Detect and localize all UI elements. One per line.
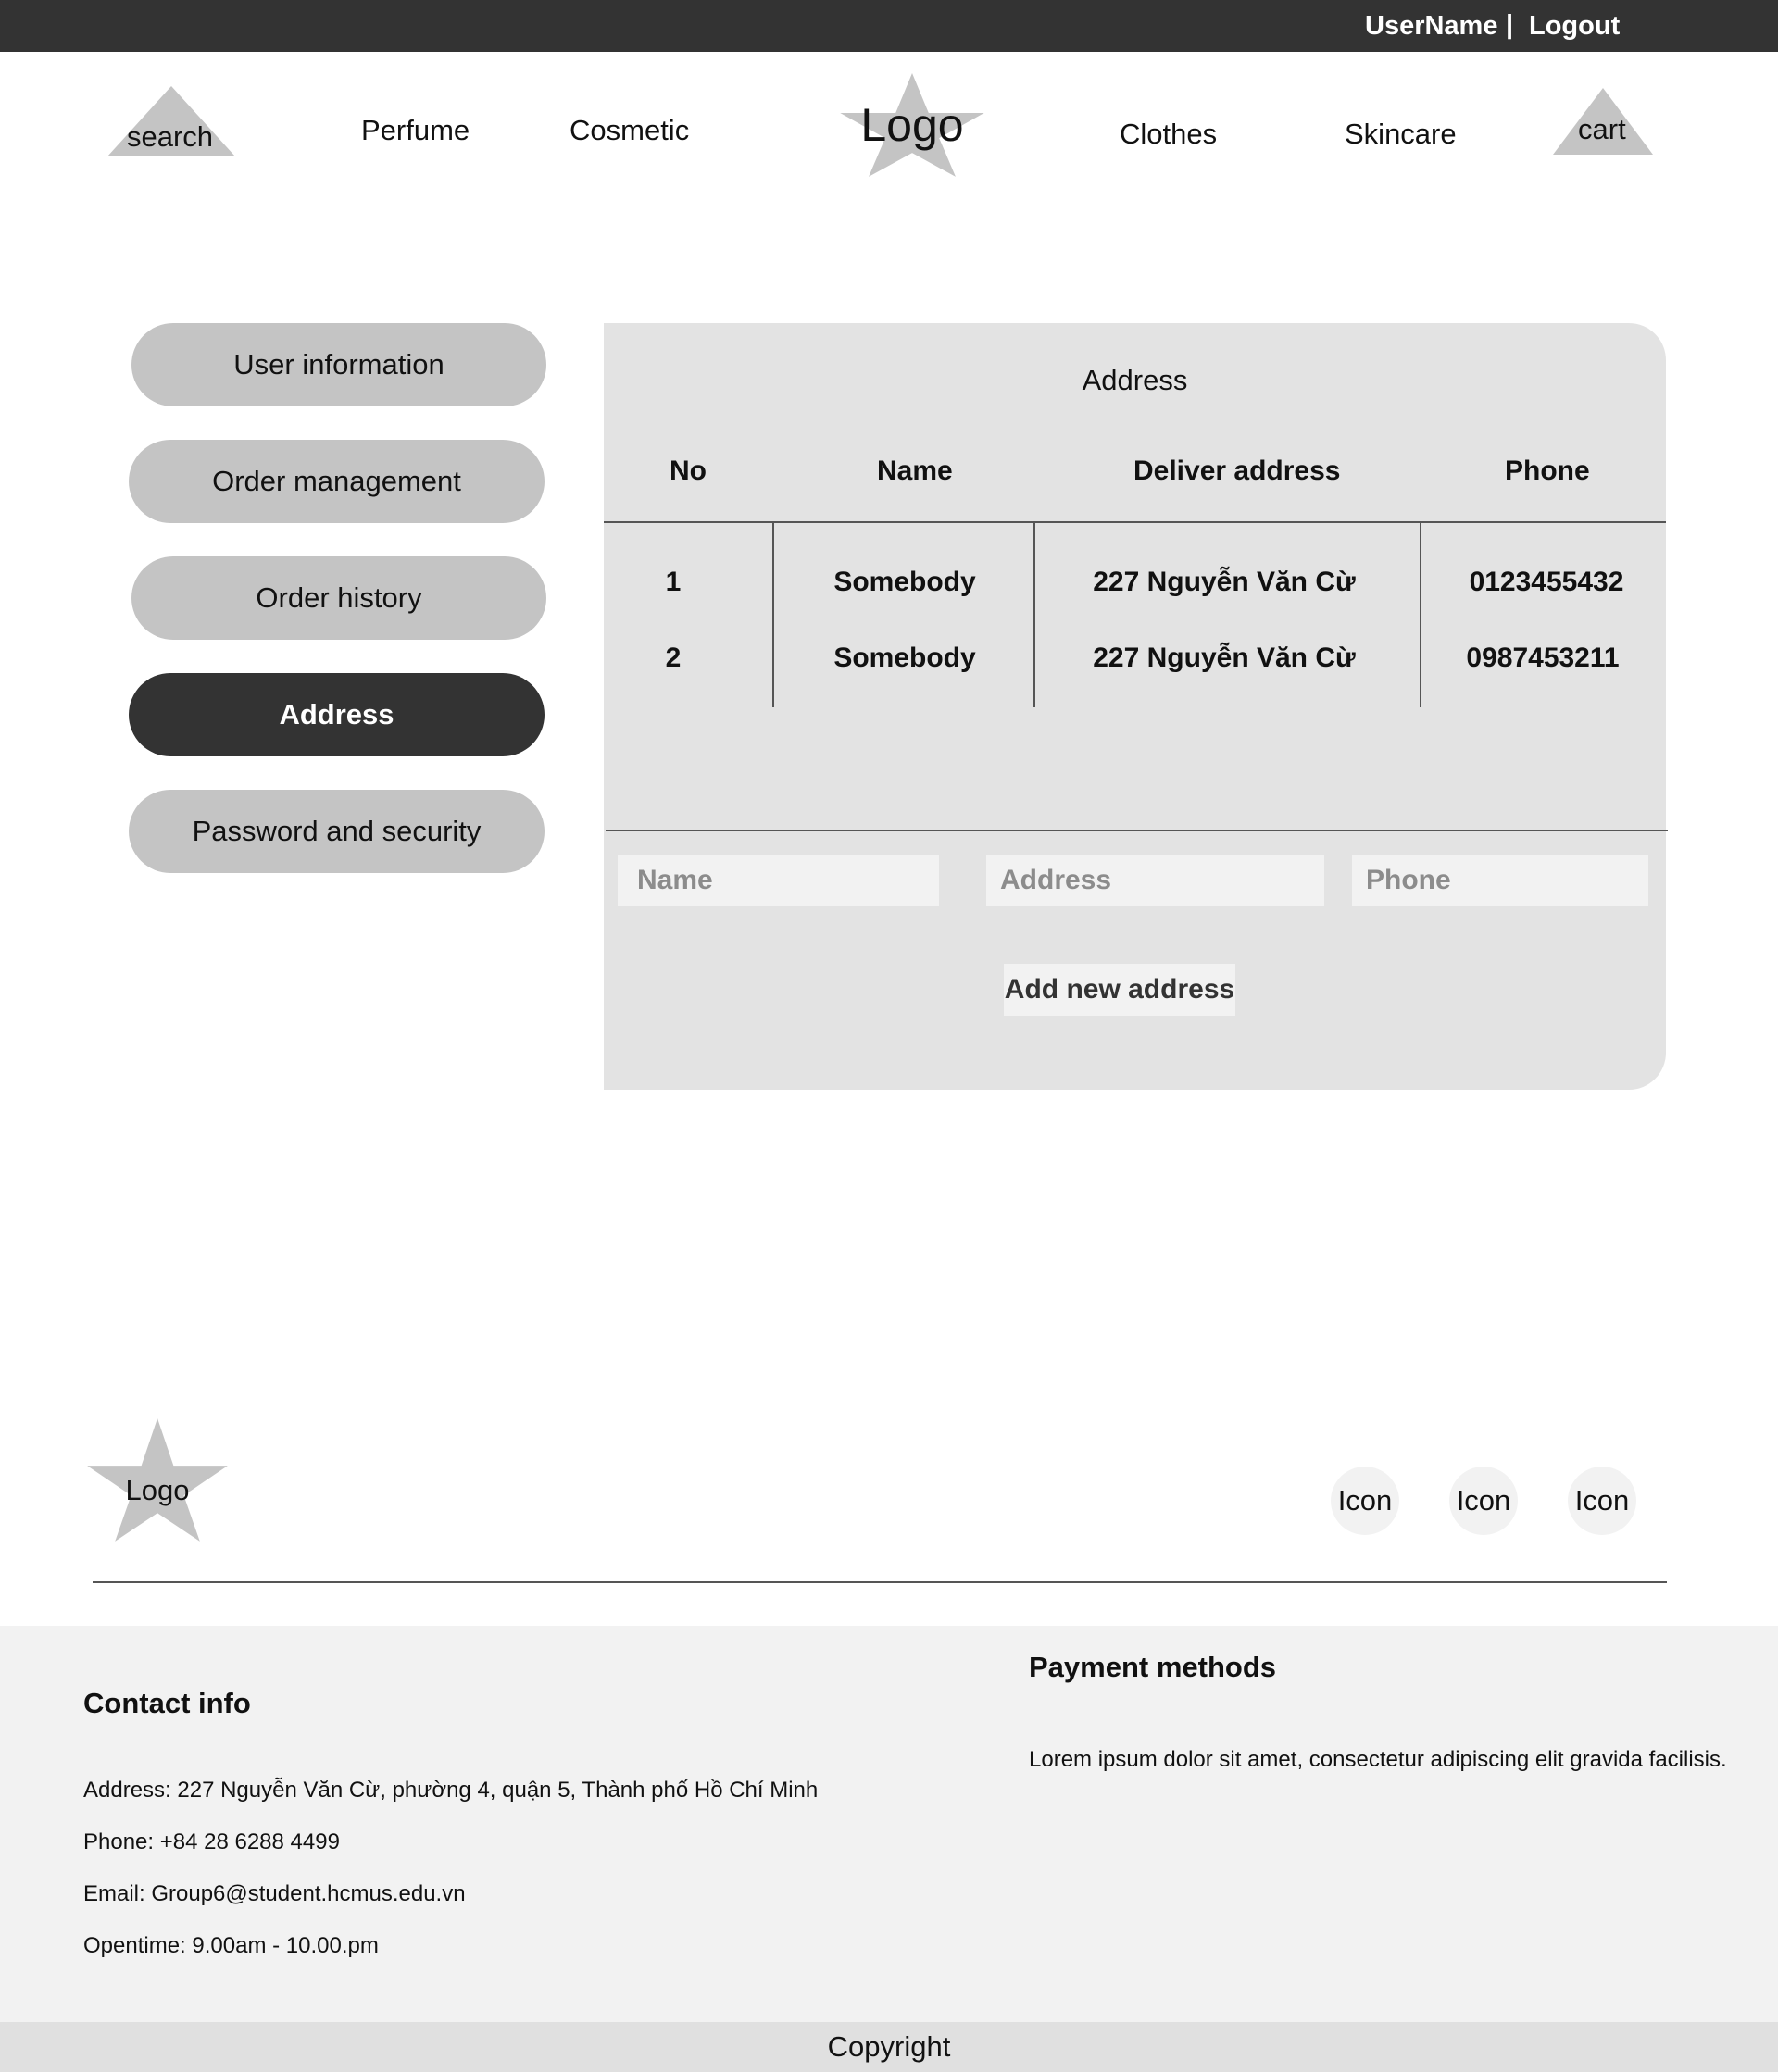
- footer-logo-text[interactable]: Logo: [84, 1474, 231, 1507]
- address-panel: Address No Name Deliver address Phone 1 …: [604, 323, 1668, 1090]
- cart-label[interactable]: cart: [1578, 113, 1626, 146]
- username-link[interactable]: UserName: [1365, 11, 1497, 42]
- logout-link[interactable]: Logout: [1529, 11, 1620, 42]
- sidebar-item-order-management[interactable]: Order management: [129, 440, 545, 523]
- column-header-no: No: [670, 456, 707, 486]
- social-icon[interactable]: Icon: [1331, 1467, 1399, 1535]
- name-input[interactable]: [618, 855, 939, 906]
- sidebar-item-user-information[interactable]: User information: [131, 323, 546, 406]
- footer-info: Contact info Address: 227 Nguyễn Văn Cừ,…: [0, 1626, 1778, 2022]
- copyright: Copyright: [0, 2022, 1778, 2072]
- cell-deliver-address: 227 Nguyễn Văn Cừ: [1093, 567, 1356, 597]
- contact-heading: Contact info: [83, 1687, 251, 1719]
- column-header-name: Name: [877, 456, 953, 486]
- cell-no: 2: [665, 643, 682, 673]
- panel-title: Address: [1082, 364, 1188, 396]
- sidebar-item-password-security[interactable]: Password and security: [129, 790, 545, 873]
- column-divider: [772, 522, 774, 707]
- social-icon[interactable]: Icon: [1568, 1467, 1636, 1535]
- form-divider: [606, 830, 1668, 831]
- add-new-address-button[interactable]: Add new address: [1004, 964, 1235, 1016]
- address-input[interactable]: [986, 855, 1324, 906]
- contact-address: Address: 227 Nguyễn Văn Cừ, phường 4, qu…: [83, 1778, 819, 1803]
- column-header-phone: Phone: [1505, 456, 1590, 486]
- topbar-separator: |: [1506, 10, 1514, 40]
- nav-cosmetic[interactable]: Cosmetic: [570, 114, 689, 147]
- social-icon[interactable]: Icon: [1449, 1467, 1518, 1535]
- cell-name: Somebody: [833, 643, 976, 673]
- sidebar-item-address[interactable]: Address: [129, 673, 545, 756]
- cell-phone: 0987453211: [1466, 643, 1620, 673]
- sidebar-item-order-history[interactable]: Order history: [131, 556, 546, 640]
- contact-opentime: Opentime: 9.00am - 10.00.pm: [83, 1933, 379, 1958]
- column-divider: [1033, 522, 1035, 707]
- phone-input[interactable]: [1352, 855, 1648, 906]
- cell-name: Somebody: [833, 567, 976, 597]
- column-header-deliver-address: Deliver address: [1133, 456, 1341, 486]
- contact-phone: Phone: +84 28 6288 4499: [83, 1829, 340, 1854]
- cell-phone: 0123455432: [1469, 567, 1624, 597]
- cell-deliver-address: 227 Nguyễn Văn Cừ: [1093, 643, 1356, 673]
- footer-divider: [93, 1581, 1667, 1583]
- payment-text: Lorem ipsum dolor sit amet, consectetur …: [1029, 1747, 1727, 1772]
- payment-heading: Payment methods: [1029, 1651, 1277, 1683]
- table-header-divider: [604, 521, 1666, 523]
- nav-perfume[interactable]: Perfume: [361, 114, 470, 147]
- column-divider: [1420, 522, 1421, 707]
- top-bar: UserName | Logout: [0, 0, 1778, 52]
- search-label[interactable]: search: [127, 120, 213, 154]
- header-logo-text[interactable]: Logo: [837, 98, 987, 152]
- contact-email: Email: Group6@student.hcmus.edu.vn: [83, 1881, 466, 1906]
- nav-skincare[interactable]: Skincare: [1345, 118, 1457, 151]
- nav-clothes[interactable]: Clothes: [1120, 118, 1217, 151]
- cell-no: 1: [665, 567, 682, 597]
